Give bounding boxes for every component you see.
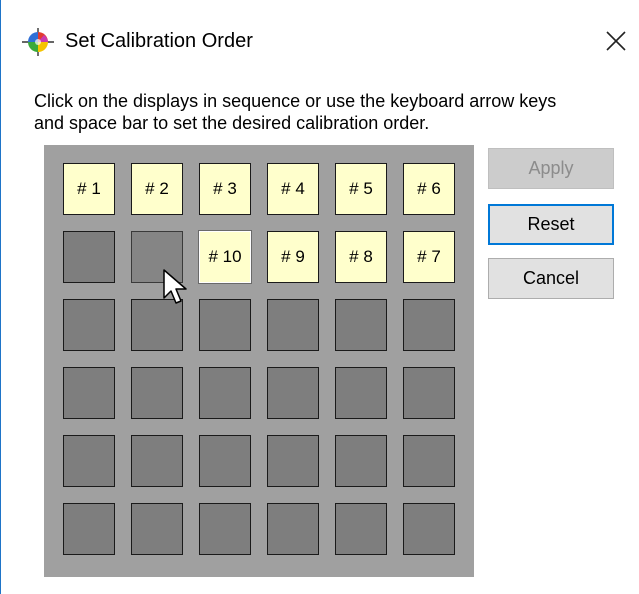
close-icon [606, 31, 626, 51]
display-cell[interactable]: # 9 [267, 231, 319, 283]
display-cell[interactable] [199, 435, 251, 487]
display-cell[interactable] [403, 299, 455, 351]
cancel-button[interactable]: Cancel [488, 258, 614, 299]
display-cell[interactable] [63, 503, 115, 555]
calibration-color-wheel-icon [20, 27, 56, 57]
display-cell[interactable]: # 5 [335, 163, 387, 215]
display-cell[interactable] [63, 231, 115, 283]
display-cell[interactable]: # 2 [131, 163, 183, 215]
display-cell[interactable]: # 6 [403, 163, 455, 215]
display-cell[interactable] [403, 503, 455, 555]
display-cell[interactable] [335, 299, 387, 351]
display-cell[interactable]: # 10 [199, 231, 251, 283]
display-cell[interactable] [63, 367, 115, 419]
display-cell[interactable] [335, 503, 387, 555]
display-cell[interactable] [131, 367, 183, 419]
display-cell[interactable] [267, 367, 319, 419]
display-grid: # 1 # 2 # 3 # 4 # 5 # 6 # 10 # 9 # 8 # 7 [44, 145, 474, 577]
set-calibration-order-dialog: Set Calibration Order Click on the displ… [0, 0, 639, 594]
display-cell[interactable] [403, 435, 455, 487]
display-cell[interactable] [267, 503, 319, 555]
display-cell[interactable]: # 3 [199, 163, 251, 215]
close-button[interactable] [599, 24, 633, 58]
display-cell[interactable] [131, 503, 183, 555]
display-cell[interactable] [63, 435, 115, 487]
display-cell[interactable]: # 4 [267, 163, 319, 215]
display-cell[interactable] [199, 299, 251, 351]
display-cell[interactable] [131, 435, 183, 487]
reset-button[interactable]: Reset [488, 204, 614, 245]
display-cell[interactable] [335, 367, 387, 419]
display-cell[interactable] [63, 299, 115, 351]
display-cell[interactable] [199, 503, 251, 555]
display-cell[interactable] [267, 299, 319, 351]
display-cell[interactable]: # 7 [403, 231, 455, 283]
display-cell[interactable] [403, 367, 455, 419]
display-cell[interactable] [131, 299, 183, 351]
display-cell[interactable]: # 1 [63, 163, 115, 215]
display-cell[interactable] [199, 367, 251, 419]
instructions-line-2: and space bar to set the desired calibra… [34, 113, 430, 133]
dialog-title: Set Calibration Order [65, 30, 253, 52]
instructions-line-1: Click on the displays in sequence or use… [34, 91, 557, 111]
apply-button[interactable]: Apply [488, 148, 614, 189]
display-cell[interactable] [131, 231, 183, 283]
instructions-text: Click on the displays in sequence or use… [34, 90, 634, 134]
title-bar: Set Calibration Order [1, 0, 639, 72]
display-cell[interactable]: # 8 [335, 231, 387, 283]
display-cell[interactable] [267, 435, 319, 487]
display-cell[interactable] [335, 435, 387, 487]
